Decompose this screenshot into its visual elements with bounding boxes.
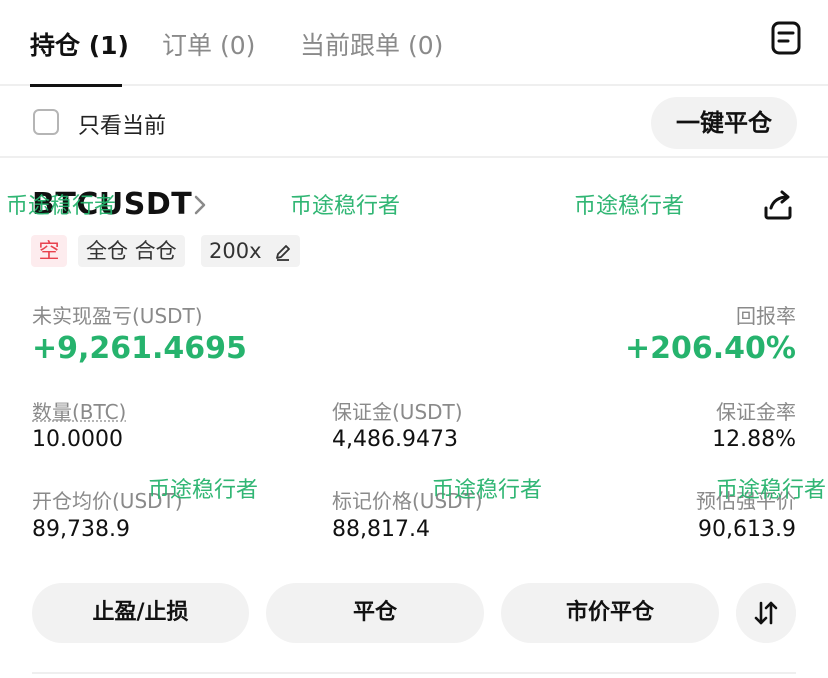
margin-ratio-value: 12.88% <box>712 427 796 452</box>
unrealized-pnl-value: +9,261.4695 <box>32 331 247 366</box>
close-position-button[interactable]: 平仓 <box>266 583 484 643</box>
quantity-label: 数量(BTC) <box>32 400 127 424</box>
liq-price-label: 预估强平价 <box>696 489 796 513</box>
watermark-text: 币途稳行者 <box>574 194 685 219</box>
swap-arrows-icon[interactable] <box>736 583 796 643</box>
filter-row: 只看当前 一键平仓 <box>0 88 828 158</box>
only-current-label: 只看当前 <box>78 114 167 139</box>
margin-label: 保证金(USDT) <box>332 400 463 424</box>
document-list-icon[interactable] <box>770 20 802 56</box>
margin-mode-badge: 全仓 合仓 <box>78 235 185 267</box>
tpsl-button[interactable]: 止盈/止损 <box>32 583 249 643</box>
leverage-value: 200x <box>209 239 262 263</box>
margin-value: 4,486.9473 <box>332 427 458 452</box>
chevron-right-icon[interactable] <box>192 194 208 216</box>
roe-label: 回报率 <box>736 304 796 328</box>
active-tab-indicator <box>30 84 122 87</box>
quantity-value: 10.0000 <box>32 427 123 452</box>
close-all-button[interactable]: 一键平仓 <box>651 97 797 149</box>
tab-positions[interactable]: 持仓 (1) <box>30 26 129 62</box>
watermark-text: 币途稳行者 <box>290 194 401 219</box>
market-close-button[interactable]: 市价平仓 <box>501 583 719 643</box>
only-current-checkbox[interactable] <box>33 109 59 135</box>
position-tabs: 持仓 (1) 订单 (0) 当前跟单 (0) <box>0 0 828 87</box>
tab-copy-trades[interactable]: 当前跟单 (0) <box>300 26 443 62</box>
unrealized-pnl-label: 未实现盈亏(USDT) <box>32 304 203 328</box>
liq-price-value: 90,613.9 <box>698 517 796 542</box>
mark-price-value: 88,817.4 <box>332 517 430 542</box>
entry-price-label: 开仓均价(USDT) <box>32 489 183 513</box>
share-icon[interactable] <box>760 188 796 224</box>
entry-price-value: 89,738.9 <box>32 517 130 542</box>
side-badge: 空 <box>31 235 67 267</box>
card-divider <box>32 672 796 674</box>
tab-orders[interactable]: 订单 (0) <box>162 26 255 62</box>
margin-ratio-label: 保证金率 <box>716 400 796 424</box>
roe-value: +206.40% <box>625 331 796 366</box>
symbol-name[interactable]: BTCUSDT <box>32 187 192 222</box>
leverage-badge[interactable]: 200x <box>201 235 301 267</box>
mark-price-label: 标记价格(USDT) <box>332 489 483 513</box>
pencil-icon <box>276 245 291 261</box>
